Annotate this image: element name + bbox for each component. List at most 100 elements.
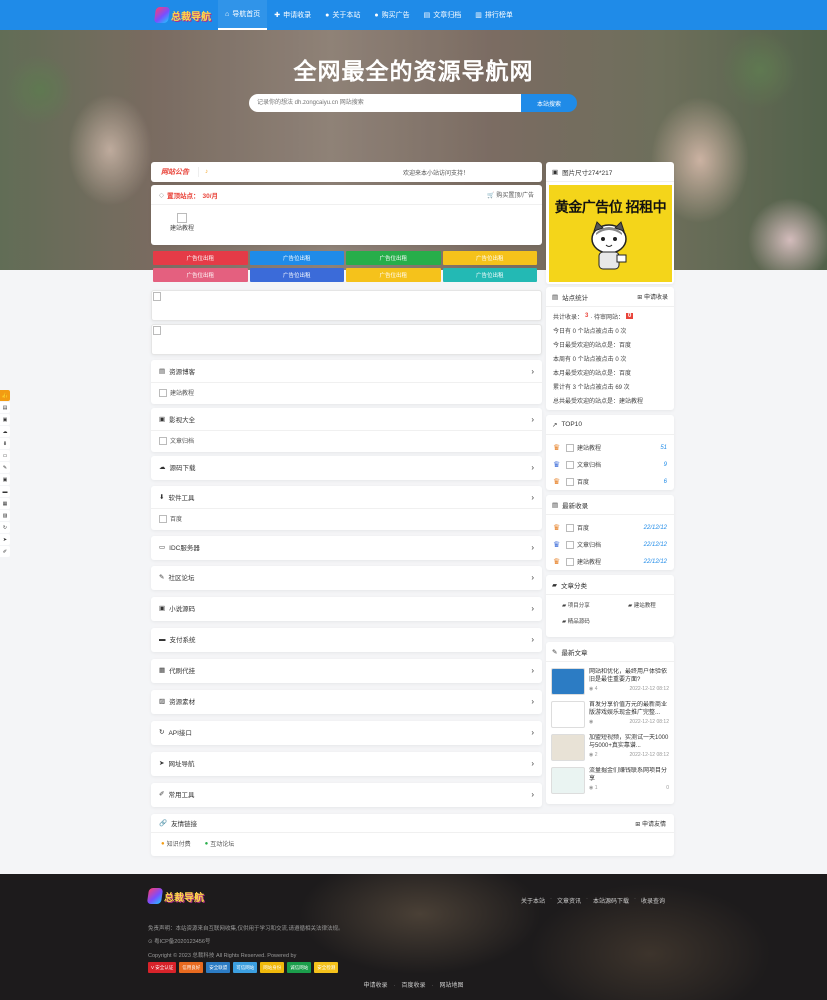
rank-row[interactable]: ♛ 百度 6 xyxy=(546,473,674,490)
cloud-icon[interactable]: ☁ xyxy=(0,426,10,437)
trust-badge[interactable]: V 安全认证 xyxy=(148,962,177,973)
ad-slot[interactable]: 广告位出租 xyxy=(153,268,248,282)
chevron-right-icon: › xyxy=(531,665,534,675)
site-link[interactable]: 建站教程 xyxy=(159,388,194,397)
crown-icon: ♛ xyxy=(553,522,561,532)
search-input[interactable] xyxy=(249,94,521,112)
rank-row[interactable]: ♛ 建站教程 51 xyxy=(546,439,674,456)
buy-ad-link[interactable]: 🛒 购买置顶/广告 xyxy=(487,190,534,199)
category-header[interactable]: ✎ 社区论坛 › xyxy=(151,566,542,588)
category-header[interactable]: ▣ 小说源码 › xyxy=(151,597,542,619)
category-header[interactable]: ▤ 资源博客 › xyxy=(151,360,542,382)
send-icon[interactable]: ➤ xyxy=(0,534,10,545)
banner-ad-1[interactable] xyxy=(151,290,542,321)
game-icon[interactable]: ▣ xyxy=(0,474,10,485)
category-header[interactable]: ➤ 网址导航 › xyxy=(151,752,542,774)
category-header[interactable]: ▦ 代刷代挂 › xyxy=(151,659,542,681)
pending-label: · 待审网站： xyxy=(590,314,625,321)
briefcase-icon[interactable]: ▦ xyxy=(0,498,10,509)
list-icon: ▤ xyxy=(552,501,559,509)
image-icon[interactable]: ▨ xyxy=(0,510,10,521)
ad-slot[interactable]: 广告位出租 xyxy=(249,268,344,282)
article-category-label: 项目分享 xyxy=(567,603,590,609)
site-logo[interactable]: 总裁导航 xyxy=(153,5,211,25)
article-category-link[interactable]: ▰ 项目分享 xyxy=(552,601,596,609)
article-item[interactable]: 首发分享价值万元的最新商业版游戏娱乐现金推广完整... ◉ 2022-12-12 … xyxy=(546,701,674,731)
nav-item[interactable]: ▥ 排行榜单 xyxy=(468,0,520,30)
edit-icon[interactable]: ✎ xyxy=(0,462,10,473)
footer-link[interactable]: 关于本站 xyxy=(521,896,545,905)
ad-slot[interactable]: 广告位出租 xyxy=(442,268,537,282)
rank-row[interactable]: ♛ 建站教程 22/12/12 xyxy=(546,553,674,570)
footer-link[interactable]: 本站源码下载 xyxy=(593,896,629,905)
refresh-icon[interactable]: ↻ xyxy=(0,522,10,533)
footer-logo[interactable]: 总裁导航 xyxy=(146,888,204,904)
thumbs-up-icon[interactable]: 👍 xyxy=(0,390,10,401)
ad-slot[interactable]: 广告位出租 xyxy=(346,251,441,265)
total-count: 3 xyxy=(585,313,589,319)
monitor-icon: ▭ xyxy=(159,544,166,551)
footer-icp[interactable]: ⊙ 粤ICP备2020123456号 xyxy=(148,937,210,945)
tool-icon[interactable]: ✐ xyxy=(0,546,10,557)
article-item[interactable]: 加盟短视频，实测试一天1000与5000+真实靠谱... ◉ 2 2022-12-1… xyxy=(546,734,674,764)
ad-slot[interactable]: 广告位出租 xyxy=(442,251,537,265)
banner-ad-2[interactable] xyxy=(151,324,542,355)
ad-slot[interactable]: 广告位出租 xyxy=(249,251,344,265)
rank-row[interactable]: ♛ 文章归档 22/12/12 xyxy=(546,536,674,553)
category-header[interactable]: ↻ API接口 › xyxy=(151,721,542,743)
article-category-link[interactable]: ▰ 精品源码 xyxy=(552,617,596,625)
category-header[interactable]: ⬇ 软件工具 › xyxy=(151,486,542,508)
film-icon[interactable]: ▣ xyxy=(0,414,10,425)
monitor-icon[interactable]: ▭ xyxy=(0,450,10,461)
gold-ad-banner[interactable]: 黄金广告位 招租中 xyxy=(549,185,672,282)
book-icon[interactable]: ▤ xyxy=(0,402,10,413)
trust-badge[interactable]: 网站身份 xyxy=(260,962,285,973)
rank-row[interactable]: ♛ 百度 22/12/12 xyxy=(546,519,674,536)
nav-item[interactable]: ● 购买广告 xyxy=(367,0,416,30)
article-thumbnail xyxy=(551,668,585,695)
rank-row[interactable]: ♛ 文章归档 9 xyxy=(546,456,674,473)
nav-item[interactable]: ▤ 文章归档 xyxy=(417,0,469,30)
category-card: ▨ 资源素材 › xyxy=(151,690,542,714)
article-item[interactable]: 网站和优化，最终用户体验依旧是最佳重要方面? ◉ 4 2022-12-12 08:1… xyxy=(546,668,674,698)
category-card: ▬ 支付系统 › xyxy=(151,628,542,652)
nav-item[interactable]: ⌂ 导航首页 xyxy=(218,0,268,30)
category-header[interactable]: ✐ 常用工具 › xyxy=(151,783,542,805)
footer-bottom-link[interactable]: 百度收录 xyxy=(401,983,425,989)
category-header[interactable]: ▭ IDC服务器 › xyxy=(151,536,542,558)
category-header[interactable]: ▣ 影视大全 › xyxy=(151,408,542,430)
download-icon[interactable]: ⬇ xyxy=(0,438,10,449)
footer-bottom-link[interactable]: 网站地图 xyxy=(440,983,464,989)
keyboard-icon[interactable]: ▬ xyxy=(0,486,10,497)
views: ◉ 1 xyxy=(589,785,598,791)
featured-site-item[interactable]: 建站教程 xyxy=(170,213,194,232)
nav-item[interactable]: ● 关于本站 xyxy=(318,0,367,30)
search-button[interactable]: 本站搜索 xyxy=(521,94,577,112)
apply-friend-link[interactable]: ⊞ 申请友情 xyxy=(635,819,666,828)
category-header[interactable]: ☁ 源码下载 › xyxy=(151,456,542,478)
ad-slot[interactable]: 广告位出租 xyxy=(346,268,441,282)
category-header[interactable]: ▬ 支付系统 › xyxy=(151,628,542,650)
friend-link[interactable]: ● 知识付费 xyxy=(161,839,191,849)
trust-badge[interactable]: 诚信网站 xyxy=(287,962,312,973)
site-link[interactable]: 文章归档 xyxy=(159,436,194,445)
footer-link[interactable]: 文章资讯 xyxy=(557,896,581,905)
article-thumbnail xyxy=(551,701,585,728)
apply-link[interactable]: ⊞ 申请收录 xyxy=(637,292,668,301)
category-header[interactable]: ▨ 资源素材 › xyxy=(151,690,542,712)
trust-badge[interactable]: 可信网站 xyxy=(233,962,258,973)
footer-bottom-link[interactable]: 申请收录 xyxy=(363,983,387,989)
trust-badge[interactable]: 安全检测 xyxy=(314,962,339,973)
article-category-link[interactable]: ▰ 建站教程 xyxy=(618,601,662,609)
article-title: 流量掘金们赚钱联系网项目分享 xyxy=(589,768,668,782)
article-item[interactable]: 流量掘金们赚钱联系网项目分享 ◉ 1 0 xyxy=(546,767,674,797)
site-link[interactable]: 百度 xyxy=(159,514,182,523)
notice-text[interactable]: 欢迎来本小站访问支持！ xyxy=(403,168,469,177)
nav-item[interactable]: ✚ 申请收录 xyxy=(267,0,318,30)
site-image-icon xyxy=(159,388,167,397)
trust-badge[interactable]: 信用良好 xyxy=(179,962,204,973)
footer-link[interactable]: 收录查询 xyxy=(641,896,665,905)
ad-slot[interactable]: 广告位出租 xyxy=(153,251,248,265)
trust-badge[interactable]: 安全联盟 xyxy=(206,962,231,973)
friend-link[interactable]: ● 互动论坛 xyxy=(205,839,235,849)
